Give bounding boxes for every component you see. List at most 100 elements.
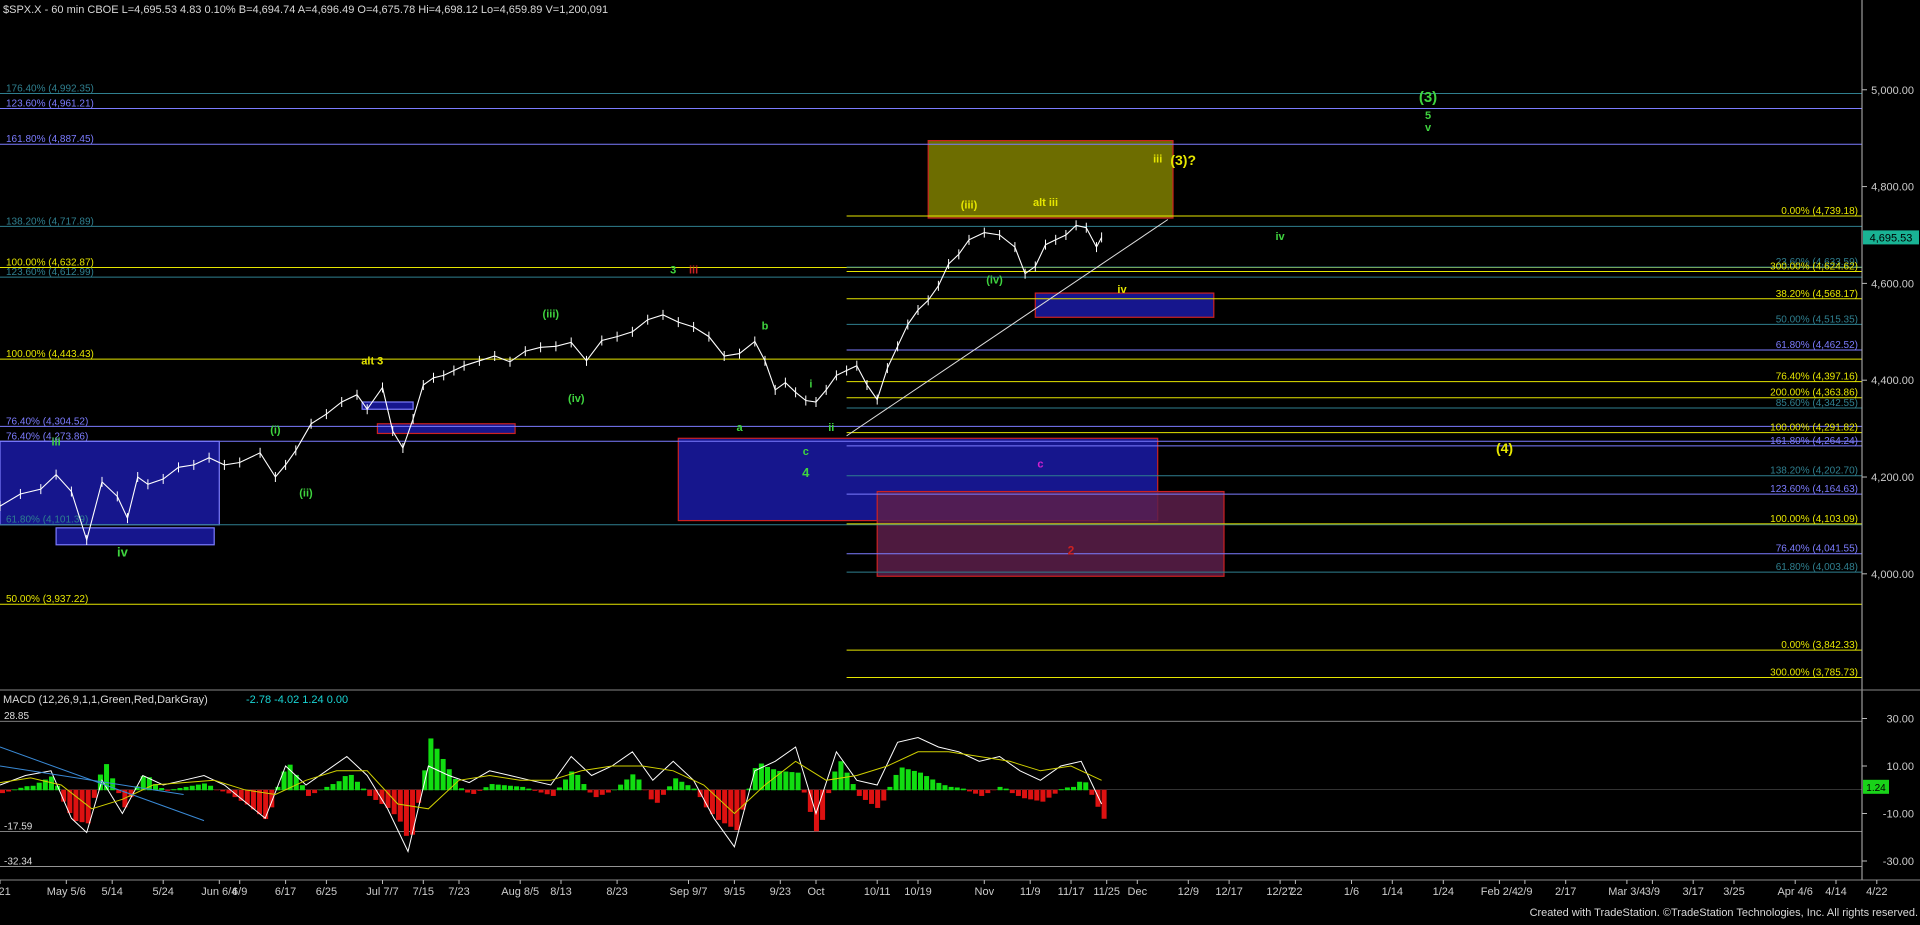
macd-hist-bar (0, 789, 5, 794)
macd-hist-bar (1071, 786, 1076, 791)
macd-hist-bar (367, 789, 373, 796)
macd-hist-bar (1040, 789, 1046, 802)
x-tick-label: Nov (975, 886, 995, 898)
x-tick-label: Sep 9/7 (670, 886, 708, 898)
wave-label: 2 (1068, 543, 1075, 557)
macd-hist-bar (257, 789, 263, 815)
macd-hist-bar (881, 789, 887, 801)
wave-label: (3)? (1170, 152, 1196, 168)
macd-hist-bar (905, 769, 911, 791)
wave-label: iii (1153, 153, 1162, 165)
macd-hist-bar (1022, 789, 1028, 799)
macd-hist-bar (306, 789, 311, 796)
wave-label: 4 (802, 465, 810, 480)
x-tick-label: 4/22 (1866, 886, 1887, 898)
zone-box-7 (1034, 292, 1215, 318)
x-tick-label: Dec (1128, 886, 1148, 898)
macd-hist-bar (312, 789, 318, 794)
wave-label: iv (1276, 231, 1286, 243)
x-tick-label: 11/9 (1020, 886, 1041, 898)
wave-label: (4) (1496, 440, 1513, 456)
x-tick-label: 1/14 (1382, 886, 1403, 898)
macd-hist-bar (691, 788, 697, 791)
fib-label-right: 100.00% (4,291.82) (1770, 423, 1858, 434)
macd-hist-bar (544, 789, 550, 795)
macd-hist-bar (642, 789, 648, 791)
wave-label: (iv) (568, 393, 585, 405)
wave-label: a (736, 422, 743, 434)
x-tick-label: 7/15 (413, 886, 434, 898)
zone-box-3 (376, 423, 516, 435)
x-tick-label: 3/25 (1723, 886, 1744, 898)
macd-hist-bar (330, 784, 336, 791)
macd-hist-bar (373, 789, 379, 800)
x-tick-label: Apr 4/6 (1777, 886, 1812, 898)
macd-hist-bar (299, 785, 305, 791)
zone-box-0 (0, 440, 220, 526)
x-tick-label: 8/13 (550, 886, 571, 898)
macd-hist-bar (214, 789, 220, 791)
macd-y-tick-label: 30.00 (1886, 714, 1914, 726)
macd-hist-bar (630, 774, 636, 791)
macd-hist-bar (250, 789, 256, 810)
fib-label-right: 85.60% (4,342.55) (1776, 398, 1858, 409)
macd-hist-bar (465, 789, 471, 793)
macd-hist-bar (30, 785, 36, 791)
macd-hist-bar (361, 788, 367, 791)
x-tick-label: 4/21 (0, 886, 11, 898)
x-tick-label: 9/15 (724, 886, 745, 898)
macd-hist-bar (348, 774, 354, 791)
macd-hist-bar (477, 789, 483, 791)
macd-hist-bar (918, 772, 923, 791)
macd-hist-bar (948, 786, 954, 791)
macd-hist-bar (936, 782, 942, 791)
y-tick-label: 5,000.00 (1871, 85, 1914, 97)
macd-hist-bar (520, 786, 526, 791)
macd-hist-bar (440, 758, 446, 791)
wave-label: alt 3 (361, 356, 383, 368)
wave-label: iii (52, 437, 61, 449)
macd-hist-bar (960, 788, 966, 791)
footer-credit: Created with TradeStation. ©TradeStation… (1530, 907, 1918, 919)
wave-label: (i) (270, 424, 281, 436)
macd-hist-bar (856, 789, 862, 796)
macd-hist-bar (397, 789, 403, 822)
chart-svg[interactable]: $SPX.X - 60 min CBOE L=4,695.53 4.83 0.1… (0, 0, 1920, 920)
macd-title: MACD (12,26,9,1,1,Green,Red,DarkGray) (3, 694, 208, 706)
fib-label-right: 76.40% (4,397.16) (1776, 372, 1858, 383)
macd-hist-bar (599, 789, 605, 795)
macd-hist-bar (911, 770, 917, 791)
zone-box-5 (876, 490, 1225, 577)
x-tick-label: 6/25 (316, 886, 337, 898)
macd-hist-bar (171, 789, 177, 791)
macd-y-tick-label: -30.00 (1883, 856, 1914, 868)
fib-label-right: 100.00% (4,103.09) (1770, 514, 1858, 525)
x-tick-label: 8/23 (606, 886, 627, 898)
macd-hist-bar (679, 781, 685, 791)
x-tick-label: 3/9 (1645, 886, 1660, 898)
x-tick-label: Feb 2/4 (1481, 886, 1518, 898)
macd-hist-bar (18, 787, 24, 791)
macd-level-label: -17.59 (4, 822, 33, 833)
fib-label-right: 0.00% (4,739.18) (1781, 206, 1858, 217)
macd-hist-bar (765, 766, 770, 791)
chart-header: $SPX.X - 60 min CBOE L=4,695.53 4.83 0.1… (3, 4, 608, 16)
fib-label-right: 76.40% (4,041.55) (1776, 544, 1858, 555)
macd-hist-bar (862, 789, 868, 800)
macd-hist-bar (954, 787, 960, 791)
macd-hist-bar (844, 772, 850, 791)
macd-hist-bar (654, 789, 660, 803)
macd-hist-bar (79, 789, 85, 823)
macd-hist-bar (997, 786, 1003, 791)
macd-hist-bar (1052, 789, 1058, 794)
macd-hist-bar (1077, 781, 1083, 791)
x-tick-label: 1/24 (1433, 886, 1454, 898)
macd-hist-bar (850, 784, 856, 791)
x-tick-label: 5/24 (152, 886, 173, 898)
macd-hist-bar (538, 789, 544, 793)
fib-label-left: 76.40% (4,304.52) (6, 416, 88, 427)
macd-hist-bar (581, 784, 587, 791)
wave-label: b (762, 320, 769, 332)
fib-label-right: 138.20% (4,202.70) (1770, 466, 1858, 477)
macd-hist-bar (532, 789, 538, 791)
